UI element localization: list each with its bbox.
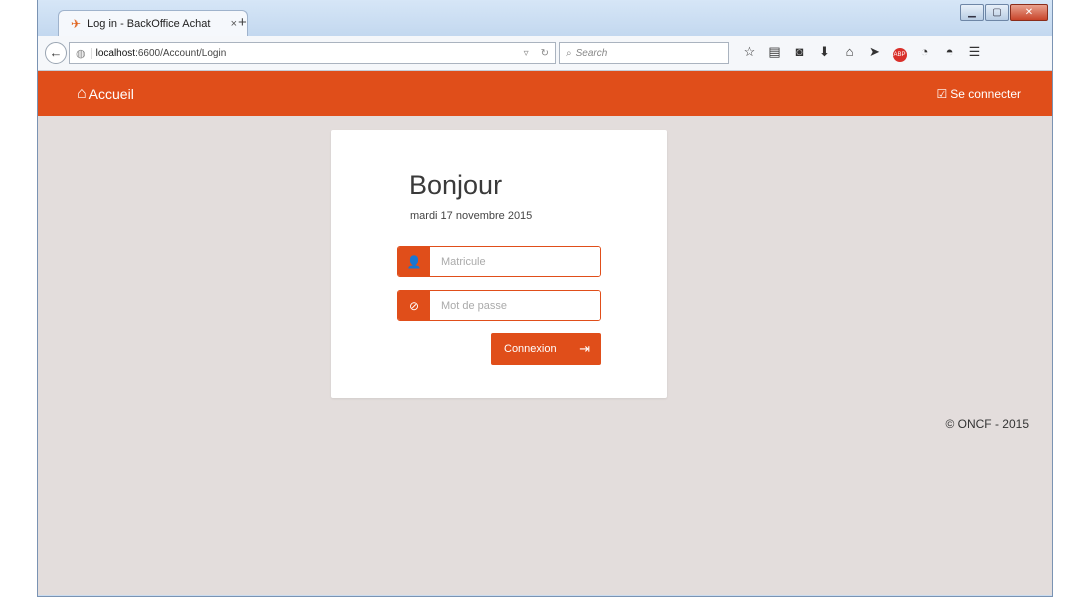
- search-icon: ⌕: [566, 47, 572, 59]
- reading-list-icon[interactable]: ▤: [762, 44, 787, 62]
- app-header: ⌂ Accueil ☑ Se connecter: [38, 71, 1052, 116]
- new-tab-button[interactable]: +: [238, 14, 247, 31]
- star-icon[interactable]: ☆: [737, 44, 762, 62]
- search-placeholder: Search: [575, 47, 608, 59]
- minimize-button[interactable]: ▁: [960, 4, 984, 21]
- sign-in-icon: ⇥: [579, 341, 590, 356]
- browser-navbar: ← ◍ localhost:6600/Account/Login ▿ ↻ ⌕ S…: [38, 36, 1052, 71]
- brand-label: Accueil: [88, 85, 134, 102]
- address-bar[interactable]: ◍ localhost:6600/Account/Login ▿ ↻: [69, 42, 556, 64]
- username-input[interactable]: [430, 247, 600, 276]
- history-icon[interactable]: ◔: [912, 44, 937, 62]
- home-icon[interactable]: ⌂: [837, 44, 862, 62]
- login-button-label: Connexion: [504, 343, 557, 355]
- window-controls: ▁ ▢ ✕: [959, 4, 1048, 21]
- home-icon: ⌂: [77, 84, 87, 102]
- search-box[interactable]: ⌕ Search: [559, 42, 729, 64]
- login-card: Bonjour mardi 17 novembre 2015 👤 ⊘ Conne…: [331, 130, 667, 398]
- password-field: ⊘: [397, 290, 601, 321]
- back-button[interactable]: ←: [45, 42, 67, 64]
- page-content: ⌂ Accueil ☑ Se connecter Bonjour mardi 1…: [38, 71, 1052, 595]
- favicon-icon: ✈: [71, 16, 82, 31]
- download-icon[interactable]: ⬇: [812, 44, 837, 62]
- menu-icon[interactable]: ☰: [962, 44, 987, 62]
- url-text: localhost:6600/Account/Login: [90, 47, 518, 59]
- username-field: 👤: [397, 246, 601, 277]
- site-identity-icon[interactable]: ◍: [76, 47, 86, 60]
- title-bar: ✈ Log in - BackOffice Achat × + ▁ ▢ ✕: [38, 0, 1052, 36]
- url-dropdown-icon[interactable]: ▿: [518, 48, 535, 59]
- pocket-icon[interactable]: ◙: [787, 44, 812, 62]
- ban-icon: ⊘: [398, 291, 430, 320]
- login-button[interactable]: Connexion ⇥: [491, 333, 601, 365]
- browser-toolbar: ☆ ▤ ◙ ⬇ ⌂ ➤ ABP ◔ ◓ ☰: [737, 44, 987, 62]
- close-window-button[interactable]: ✕: [1010, 4, 1048, 21]
- copyright-footer: © ONCF - 2015: [945, 417, 1029, 431]
- browser-tab[interactable]: ✈ Log in - BackOffice Achat ×: [58, 10, 248, 36]
- password-input[interactable]: [430, 291, 600, 320]
- home-link[interactable]: ⌂ Accueil: [77, 85, 134, 103]
- greeting-title: Bonjour: [409, 170, 503, 200]
- url-host: localhost: [95, 47, 136, 59]
- close-tab-icon[interactable]: ×: [231, 18, 237, 30]
- send-icon[interactable]: ➤: [862, 44, 887, 62]
- maximize-button[interactable]: ▢: [985, 4, 1009, 21]
- login-link-label: Se connecter: [950, 86, 1021, 101]
- reload-icon[interactable]: ↻: [535, 48, 555, 59]
- chat-icon[interactable]: ◓: [937, 44, 962, 62]
- adblock-icon[interactable]: ABP: [887, 44, 912, 62]
- tab-title: Log in - BackOffice Achat: [87, 17, 211, 30]
- user-icon: 👤: [398, 247, 430, 276]
- check-square-icon: ☑: [936, 86, 948, 101]
- url-path: :6600/Account/Login: [135, 47, 227, 59]
- login-link[interactable]: ☑ Se connecter: [937, 87, 1021, 101]
- current-date: mardi 17 novembre 2015: [410, 210, 533, 222]
- browser-window: ✈ Log in - BackOffice Achat × + ▁ ▢ ✕ ← …: [37, 0, 1053, 597]
